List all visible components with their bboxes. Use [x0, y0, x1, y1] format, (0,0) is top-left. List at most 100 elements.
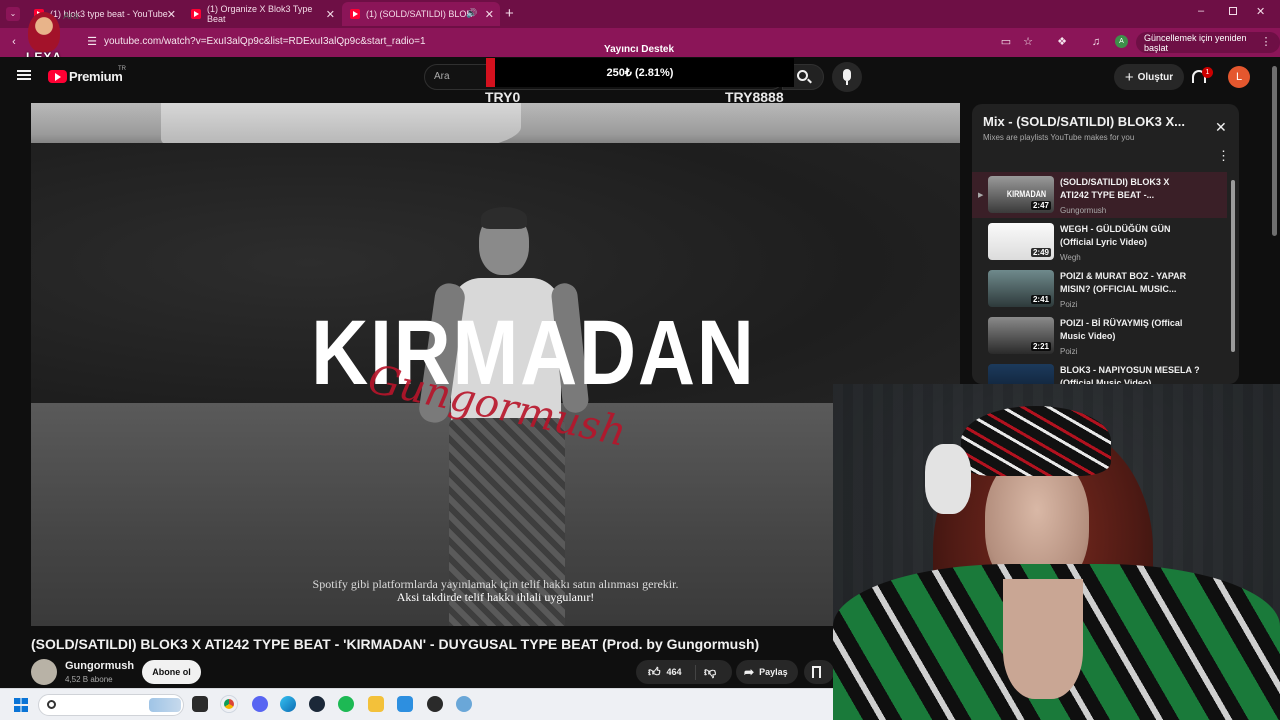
playlist-thumbnail: 2:21 [988, 317, 1054, 354]
playlist-subtitle: Mixes are playlists YouTube makes for yo… [983, 133, 1135, 142]
minimize-button[interactable]: – [1198, 5, 1204, 17]
page-scrollbar[interactable] [1272, 66, 1277, 236]
playlist-item-channel: Poizi [1060, 300, 1078, 309]
playlist-item[interactable]: 2:49 WEGH - GÜLDÜĞÜN GÜN (Official Lyric… [972, 219, 1227, 265]
spotify-icon[interactable] [338, 696, 354, 712]
playlist-item-title: (SOLD/SATILDI) BLOK3 X ATI242 TYPE BEAT … [1060, 177, 1170, 200]
windows-taskbar [0, 688, 833, 720]
close-icon[interactable]: ✕ [485, 8, 494, 21]
playlist-title: Mix - (SOLD/SATILDI) BLOK3 X... [983, 114, 1185, 129]
playlist-thumbnail-text: KIRMADAN [1006, 189, 1047, 199]
playlist-item[interactable]: ▶ KIRMADAN 2:47 (SOLD/SATILDI) BLOK3 X A… [972, 172, 1227, 218]
subscriber-count: 4,52 B abone [65, 675, 113, 684]
now-playing-icon: ▶ [978, 192, 984, 199]
media-control-icon[interactable]: ♫ [1088, 34, 1104, 50]
playlist-item-title: WEGH - GÜLDÜĞÜN GÜN (Official Lyric Vide… [1060, 224, 1171, 247]
like-button[interactable]: 👍︎ 464 [636, 664, 696, 680]
create-button[interactable]: + Oluştur [1114, 64, 1184, 90]
audio-playing-icon[interactable]: 🔊 [466, 8, 477, 19]
youtube-region: TR [118, 66, 126, 72]
new-tab-button[interactable]: + [505, 5, 514, 22]
share-arrow-icon: ➦ [744, 665, 755, 679]
playlist-item[interactable]: 2:21 POIZI - Bİ RÜYAYMIŞ (Offical Music … [972, 313, 1227, 359]
playlist-item[interactable]: BLOK3 - NAPIYOSUN MESELA ? (Official Mus… [972, 360, 1227, 384]
profile-avatar[interactable]: A [1115, 35, 1128, 48]
extensions-icon[interactable]: ❖ [1054, 34, 1070, 50]
settings-gear-icon[interactable] [456, 696, 472, 712]
taskbar-search-input[interactable]: Ara [63, 11, 79, 22]
hamburger-menu-icon[interactable] [17, 70, 31, 80]
search-input[interactable]: Ara [434, 71, 450, 82]
video-caption-line-2: Aksi takdirde telif hakkı ihlali uygulan… [396, 590, 595, 604]
save-button[interactable] [804, 660, 834, 684]
plus-icon: + [1124, 68, 1134, 86]
chrome-icon[interactable] [221, 696, 237, 712]
close-icon[interactable]: ✕ [167, 8, 176, 21]
install-app-icon[interactable]: ▭ [998, 34, 1014, 50]
donation-value: 250₺ (2.81%) [606, 67, 674, 79]
search-icon [47, 700, 56, 709]
youtube-favicon-icon [350, 9, 360, 19]
thumbs-down-icon: 👎︎ [704, 664, 717, 679]
close-icon[interactable]: ✕ [326, 8, 335, 21]
close-icon[interactable]: ✕ [1215, 119, 1227, 136]
file-explorer-icon[interactable] [368, 696, 384, 712]
streamer-neck [1003, 579, 1083, 699]
video-title: (SOLD/SATILDI) BLOK3 X ATI242 TYPE BEAT … [31, 636, 760, 652]
playlist-thumbnail [988, 364, 1054, 384]
playlist-thumbnail: KIRMADAN 2:47 [988, 176, 1054, 213]
tab-sold-satildi[interactable]: (1) (SOLD/SATILDI) BLOK3 X 🔊 ✕ [342, 2, 500, 26]
youtube-logo[interactable]: Premium TR [48, 66, 138, 86]
browser-menu-icon[interactable]: ⋮ [1258, 34, 1274, 50]
thumbs-up-icon: 👍︎ [648, 664, 661, 679]
site-info-icon[interactable]: ☰ [84, 34, 100, 50]
youtube-favicon-icon [191, 9, 201, 19]
share-label: Paylaş [759, 667, 788, 677]
playlist-item-channel: Gungormush [1060, 206, 1107, 215]
microphone-icon [843, 69, 851, 81]
video-player[interactable]: KIRMADAN Gungormush [31, 103, 960, 626]
tab-list-button[interactable]: ⌄ [6, 7, 20, 21]
tab-organize-x-blok3[interactable]: (1) Organize X Blok3 Type Beat ✕ [183, 2, 341, 26]
share-button[interactable]: ➦ Paylaş [736, 660, 798, 684]
mix-playlist-panel: Mix - (SOLD/SATILDI) BLOK3 X... Mixes ar… [972, 104, 1239, 384]
photos-icon[interactable] [397, 696, 413, 712]
donation-title: Yayıncı Destek [604, 44, 675, 55]
subscribe-button[interactable]: Abone ol [142, 660, 201, 684]
youtube-logo-text: Premium [69, 69, 123, 84]
channel-avatar[interactable] [31, 659, 57, 685]
more-options-icon[interactable]: ⋮ [1217, 148, 1230, 164]
voice-search-button[interactable] [832, 62, 862, 92]
playlist-thumbnail: 2:49 [988, 223, 1054, 260]
steam-icon[interactable] [309, 696, 325, 712]
playlist-item-channel: Wegh [1060, 253, 1081, 262]
window-close-button[interactable]: ✕ [1256, 5, 1265, 18]
like-dislike-group: 👍︎ 464 👎︎ [636, 660, 732, 684]
search-highlight-image [149, 698, 181, 712]
address-bar[interactable]: youtube.com/watch?v=ExuI3alQp9c&list=RDE… [104, 36, 426, 47]
playlist-item-title: BLOK3 - NAPIYOSUN MESELA ? (Official Mus… [1060, 365, 1200, 384]
maximize-button[interactable] [1229, 7, 1237, 15]
dislike-button[interactable]: 👎︎ [696, 665, 716, 680]
duration-badge: 2:41 [1030, 295, 1051, 304]
duration-badge: 2:47 [1030, 201, 1051, 210]
task-view-icon[interactable] [192, 696, 208, 712]
obs-icon[interactable] [427, 696, 443, 712]
playlist-item-title: POIZI - Bİ RÜYAYMIŞ (Offical Music Video… [1060, 318, 1183, 341]
taskbar-search[interactable] [38, 694, 184, 716]
streamer-bandana [961, 406, 1111, 476]
discord-icon[interactable] [252, 696, 268, 712]
account-avatar[interactable]: L [1228, 66, 1250, 88]
channel-name[interactable]: Gungormush [65, 660, 134, 672]
youtube-play-icon [48, 70, 67, 83]
browser-tab-strip: ⌄ (1) blok3 type beat - YouTube ✕ (1) Or… [0, 0, 1280, 28]
headset-icon [925, 444, 971, 514]
bookmark-star-icon[interactable]: ☆ [1020, 34, 1036, 50]
webcam-overlay [833, 384, 1280, 720]
playlist-item[interactable]: 2:41 POIZI & MURAT BOZ - YAPAR MISIN? (O… [972, 266, 1227, 312]
notification-count-badge: 1 [1202, 67, 1213, 78]
create-label: Oluştur [1137, 71, 1174, 83]
edge-icon[interactable] [280, 696, 296, 712]
playlist-thumbnail: 2:41 [988, 270, 1054, 307]
playlist-scrollbar[interactable] [1231, 180, 1235, 352]
